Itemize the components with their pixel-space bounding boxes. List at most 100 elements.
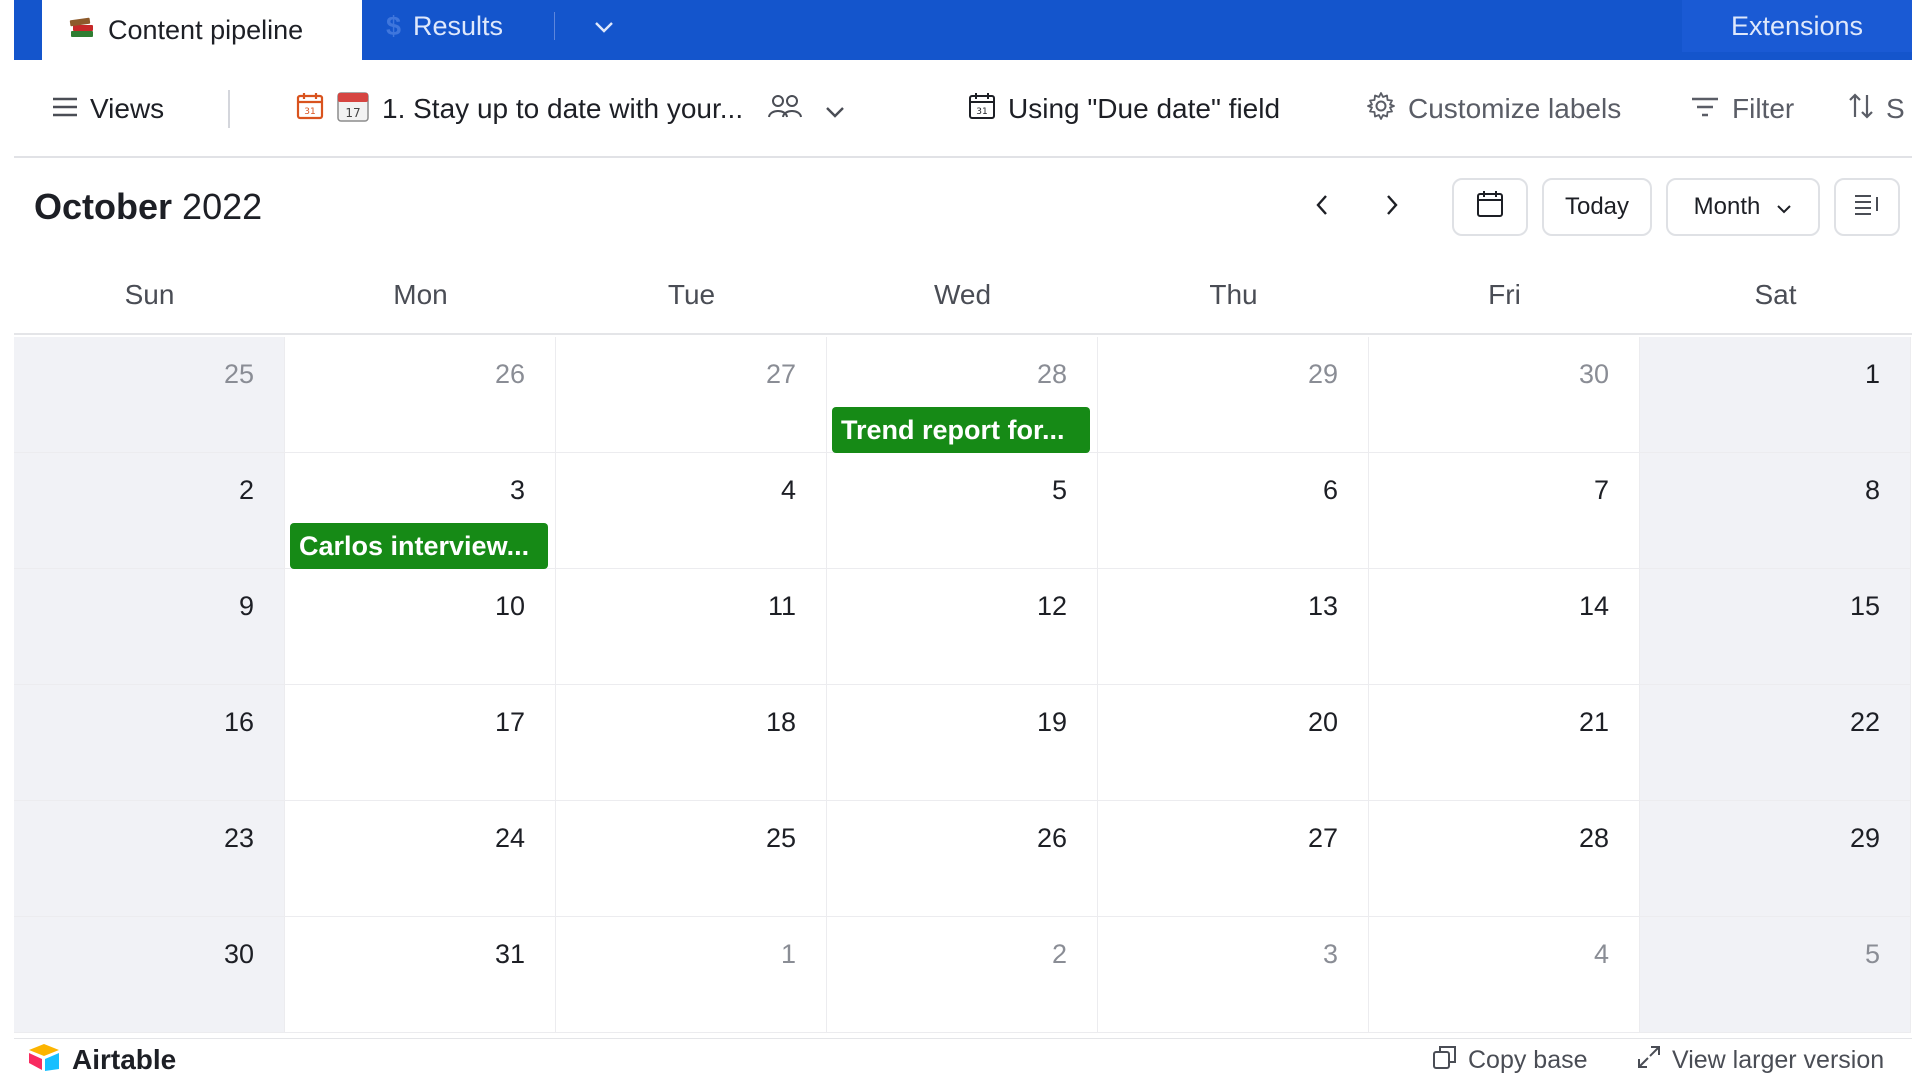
copy-icon xyxy=(1432,1044,1458,1077)
day-cell[interactable]: 19 xyxy=(827,685,1098,801)
day-cell[interactable]: 10 xyxy=(285,569,556,685)
airtable-logo-icon xyxy=(26,1042,62,1079)
airtable-logo[interactable]: Airtable xyxy=(26,1039,176,1080)
customize-labels-button[interactable]: Customize labels xyxy=(1366,60,1621,158)
views-button[interactable]: Views xyxy=(52,60,164,158)
day-number: 22 xyxy=(1849,707,1880,737)
day-number: 9 xyxy=(238,591,254,621)
day-cell[interactable]: 16 xyxy=(14,685,285,801)
embed-footer: Airtable Copy base View larger version xyxy=(14,1038,1912,1080)
logo-text: Airtable xyxy=(72,1044,177,1075)
copy-base-link[interactable]: Copy base xyxy=(1432,1039,1588,1080)
tab-content-pipeline[interactable]: Content pipeline xyxy=(42,0,362,60)
day-cell[interactable]: 29 xyxy=(1098,337,1369,453)
day-number: 19 xyxy=(1036,707,1067,737)
weekday-label: Sun xyxy=(124,279,175,310)
today-label: Today xyxy=(1564,193,1630,220)
day-cell[interactable]: 11 xyxy=(556,569,827,685)
day-number: 17 xyxy=(494,707,525,737)
chevron-down-icon[interactable] xyxy=(589,12,619,42)
view-switcher[interactable]: 31 17 1. Stay up to date with your... xyxy=(296,60,845,158)
date-picker-button[interactable] xyxy=(1452,178,1528,236)
sort-button[interactable]: S xyxy=(1848,60,1905,158)
date-field-button[interactable]: 31 Using "Due date" field xyxy=(968,60,1280,158)
chevron-down-icon xyxy=(825,93,845,125)
day-number: 18 xyxy=(765,707,796,737)
day-cell[interactable]: 27 xyxy=(1098,801,1369,917)
day-cell[interactable]: 17 xyxy=(285,685,556,801)
day-number: 10 xyxy=(494,591,525,621)
table-tab-bar: Content pipeline $ Results Extensions xyxy=(14,0,1912,60)
day-cell[interactable]: 21 xyxy=(1369,685,1640,801)
day-cell[interactable]: 3 xyxy=(1098,917,1369,1033)
month-mode-select[interactable]: Month xyxy=(1666,178,1820,236)
day-cell[interactable]: 4 xyxy=(1369,917,1640,1033)
day-number: 29 xyxy=(1849,823,1880,853)
day-cell[interactable]: 30 xyxy=(14,917,285,1033)
day-number: 2 xyxy=(1051,939,1067,969)
calendar-event[interactable]: Carlos interview... xyxy=(290,523,548,569)
day-cell[interactable]: 23 xyxy=(14,801,285,917)
day-cell[interactable]: 27 xyxy=(556,337,827,453)
day-number: 26 xyxy=(1036,823,1067,853)
day-cell[interactable]: 5 xyxy=(1640,917,1911,1033)
day-number: 6 xyxy=(1322,475,1338,505)
day-number: 1 xyxy=(1864,359,1880,389)
next-month-button[interactable] xyxy=(1370,185,1414,229)
day-cell[interactable]: 2 xyxy=(14,453,285,569)
sidebar-toggle-button[interactable] xyxy=(1834,178,1900,236)
today-button[interactable]: Today xyxy=(1542,178,1652,236)
day-number: 28 xyxy=(1036,359,1067,389)
day-number: 27 xyxy=(1307,823,1338,853)
day-cell[interactable]: 30 xyxy=(1369,337,1640,453)
day-cell[interactable]: 25 xyxy=(556,801,827,917)
day-cell[interactable]: 12 xyxy=(827,569,1098,685)
day-cell[interactable]: 7 xyxy=(1369,453,1640,569)
collaborative-view-icon xyxy=(767,92,803,127)
weekday-label: Mon xyxy=(393,279,448,310)
weekday-label: Thu xyxy=(1209,279,1258,310)
view-larger-link[interactable]: View larger version xyxy=(1636,1039,1884,1080)
day-cell[interactable]: 25 xyxy=(14,337,285,453)
day-cell[interactable]: 24 xyxy=(285,801,556,917)
day-cell[interactable]: 18 xyxy=(556,685,827,801)
day-cell[interactable]: 28 xyxy=(1369,801,1640,917)
day-cell[interactable]: 5 xyxy=(827,453,1098,569)
day-number: 3 xyxy=(509,475,525,505)
day-cell[interactable]: 8 xyxy=(1640,453,1911,569)
day-cell[interactable]: 15 xyxy=(1640,569,1911,685)
day-number: 14 xyxy=(1578,591,1609,621)
sidebar-list-icon xyxy=(1853,193,1881,222)
day-cell[interactable]: 1 xyxy=(556,917,827,1033)
day-cell[interactable]: 20 xyxy=(1098,685,1369,801)
day-cell[interactable]: 26 xyxy=(285,337,556,453)
books-icon xyxy=(68,14,96,47)
day-cell[interactable]: 2 xyxy=(827,917,1098,1033)
day-number: 16 xyxy=(223,707,254,737)
day-cell[interactable]: 9 xyxy=(14,569,285,685)
day-cell[interactable]: 14 xyxy=(1369,569,1640,685)
svg-text:31: 31 xyxy=(304,107,315,117)
previous-month-button[interactable] xyxy=(1300,185,1344,229)
filter-button[interactable]: Filter xyxy=(1690,60,1794,158)
day-cell[interactable]: 22 xyxy=(1640,685,1911,801)
day-cell[interactable]: 1 xyxy=(1640,337,1911,453)
day-cell[interactable]: 6 xyxy=(1098,453,1369,569)
day-cell[interactable]: 13 xyxy=(1098,569,1369,685)
day-number: 2 xyxy=(238,475,254,505)
day-number: 23 xyxy=(223,823,254,853)
calendar-view-icon: 31 xyxy=(296,92,324,127)
tab-results[interactable]: $ Results xyxy=(386,0,503,52)
day-number: 30 xyxy=(1578,359,1609,389)
day-number: 25 xyxy=(223,359,254,389)
day-cell[interactable]: 4 xyxy=(556,453,827,569)
filter-label: Filter xyxy=(1732,93,1795,124)
view-name: 1. Stay up to date with your... xyxy=(382,93,744,124)
day-cell[interactable]: 26 xyxy=(827,801,1098,917)
extensions-button[interactable]: Extensions xyxy=(1682,0,1912,52)
day-cell[interactable]: 31 xyxy=(285,917,556,1033)
day-cell[interactable]: 29 xyxy=(1640,801,1911,917)
mode-label: Month xyxy=(1693,193,1761,220)
day-number: 12 xyxy=(1036,591,1067,621)
calendar-event[interactable]: Trend report for... xyxy=(832,407,1090,453)
